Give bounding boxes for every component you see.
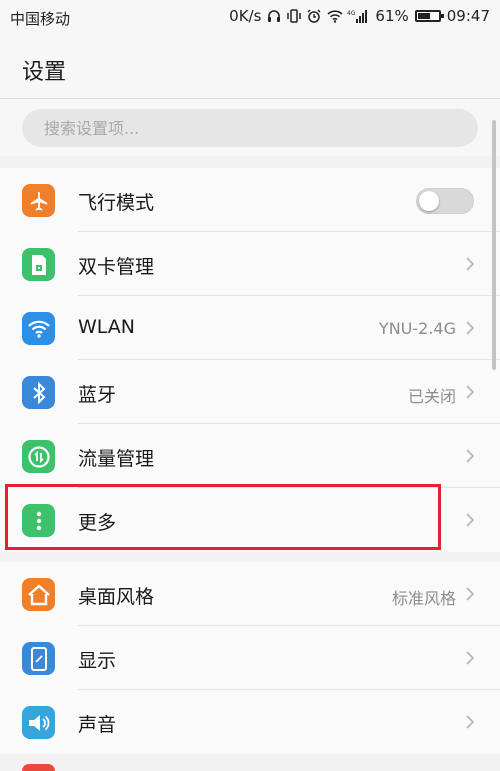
settings-item-label: 飞行模式 [78, 192, 155, 214]
search-input[interactable] [22, 109, 478, 147]
settings-item-more[interactable]: 更多 [0, 488, 500, 552]
wifi-icon [22, 312, 55, 345]
settings-item-label: 更多 [78, 512, 117, 534]
settings-item-label: WLAN [78, 316, 136, 338]
settings-item-label: 流量管理 [78, 448, 155, 470]
home-icon [22, 578, 55, 611]
settings-item-label: 声音 [78, 714, 117, 736]
chevron-right-icon [462, 384, 478, 400]
settings-group-device: 桌面风格 标准风格 显示 声音 [0, 562, 500, 754]
settings-item-display[interactable]: 显示 [0, 626, 500, 690]
chevron-right-icon [462, 512, 478, 528]
chevron-right-icon [462, 650, 478, 666]
battery-icon [414, 10, 444, 22]
headphones-icon [267, 9, 281, 23]
chevron-right-icon [462, 320, 478, 336]
wifi-status-icon [327, 9, 343, 23]
carrier-name: 中国移动 [10, 10, 71, 28]
settings-item-sound[interactable]: 声音 [0, 690, 500, 754]
bluetooth-status: 已关闭 [407, 387, 456, 406]
settings-group-connectivity: 飞行模式 双卡管理 WLAN YNU-2.4G 蓝牙 已关闭 流量管理 更多 [0, 168, 500, 552]
settings-item-label: 显示 [78, 650, 117, 672]
data-usage-icon [22, 440, 55, 473]
chevron-right-icon [462, 586, 478, 602]
alarm-icon [307, 9, 321, 23]
chevron-right-icon [462, 714, 478, 730]
vibrate-icon [287, 9, 302, 23]
wlan-network-name: YNU-2.4G [378, 319, 456, 338]
page-title: 设置 [22, 60, 67, 85]
airplane-icon [22, 184, 55, 217]
settings-item-bluetooth[interactable]: 蓝牙 已关闭 [0, 360, 500, 424]
search-area [0, 99, 500, 156]
chevron-right-icon [462, 448, 478, 464]
display-icon [22, 642, 55, 675]
toggle-knob [419, 191, 439, 211]
settings-item-label: 蓝牙 [78, 384, 117, 406]
next-item-icon-partial [22, 764, 55, 771]
settings-item-label: 桌面风格 [78, 586, 155, 608]
bluetooth-icon [22, 376, 55, 409]
clock: 09:47 [446, 7, 490, 25]
battery-percent: 61% [375, 7, 409, 25]
network-speed: 0K/s [229, 7, 262, 25]
status-indicators: 0K/s 4G 61% 09:47 [229, 7, 490, 25]
settings-item-airplane-mode[interactable]: 飞行模式 [0, 168, 500, 232]
settings-item-home-style[interactable]: 桌面风格 标准风格 [0, 562, 500, 626]
home-style-value: 标准风格 [391, 589, 456, 608]
settings-item-data-usage[interactable]: 流量管理 [0, 424, 500, 488]
header: 设置 [0, 36, 500, 99]
settings-item-dual-sim[interactable]: 双卡管理 [0, 232, 500, 296]
more-icon [22, 504, 55, 537]
settings-item-label: 双卡管理 [78, 256, 155, 278]
chevron-right-icon [462, 256, 478, 272]
sound-icon [22, 706, 55, 739]
scrollbar[interactable] [492, 120, 496, 370]
sim-card-icon [22, 248, 55, 281]
network-type: 4G [347, 10, 356, 17]
cellular-signal-icon: 4G [347, 9, 369, 23]
airplane-mode-toggle[interactable] [416, 188, 474, 214]
settings-item-wlan[interactable]: WLAN YNU-2.4G [0, 296, 500, 360]
status-bar: 中国移动 0K/s 4G 61% 09:47 [0, 0, 500, 36]
battery-level [417, 13, 430, 19]
